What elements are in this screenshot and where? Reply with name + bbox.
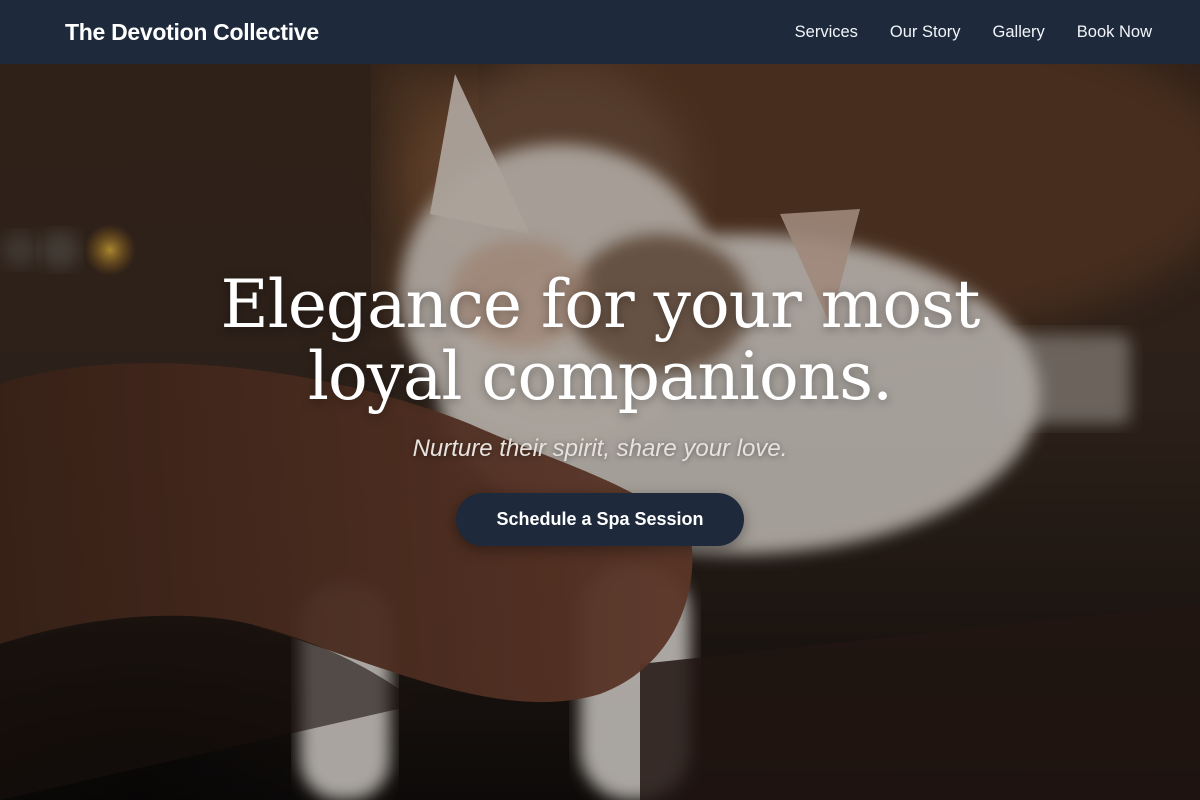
- nav-link-book-now[interactable]: Book Now: [1077, 23, 1152, 42]
- brand-logo-text[interactable]: The Devotion Collective: [65, 19, 319, 46]
- hero-content: Elegance for your most loyal companions.…: [0, 64, 1200, 800]
- schedule-spa-session-button[interactable]: Schedule a Spa Session: [456, 493, 744, 546]
- main-nav: Services Our Story Gallery Book Now: [795, 23, 1152, 42]
- nav-link-gallery[interactable]: Gallery: [993, 23, 1045, 42]
- hero-headline: Elegance for your most loyal companions.: [220, 266, 981, 415]
- hero-section: Elegance for your most loyal companions.…: [0, 64, 1200, 800]
- nav-link-services[interactable]: Services: [795, 23, 858, 42]
- hero-subheadline: Nurture their spirit, share your love.: [412, 435, 788, 462]
- top-navbar: The Devotion Collective Services Our Sto…: [0, 0, 1200, 64]
- nav-link-our-story[interactable]: Our Story: [890, 23, 961, 42]
